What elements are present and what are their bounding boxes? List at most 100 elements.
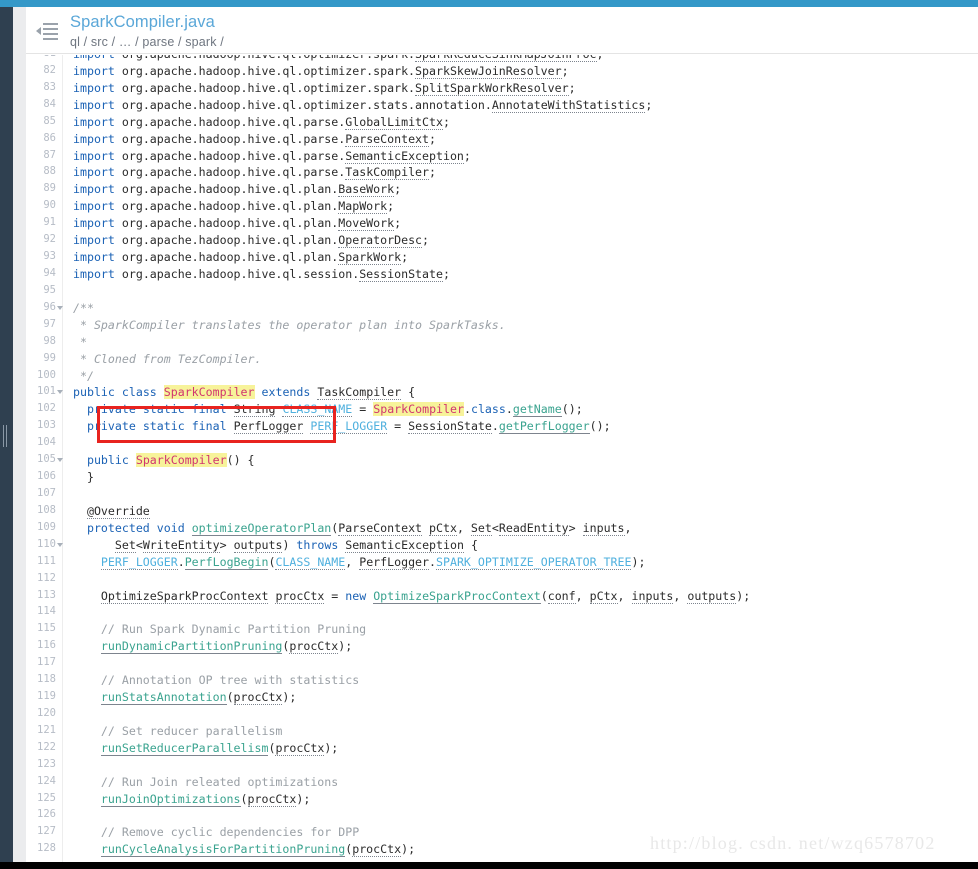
code-line[interactable]: 105 public SparkCompiler() {	[26, 452, 978, 469]
code-line[interactable]: 83 import org.apache.hadoop.hive.ql.optim…	[26, 80, 978, 97]
code-text: import org.apache.hadoop.hive.ql.optimiz…	[73, 63, 569, 79]
collapse-sidebar-icon[interactable]	[36, 21, 58, 41]
code-text: OptimizeSparkProcContext procCtx = new O…	[100, 588, 751, 604]
left-nav-rail	[0, 7, 13, 869]
code-text: import org.apache.hadoop.hive.ql.plan.Ma…	[73, 199, 395, 215]
code-line[interactable]: 96 /**	[26, 300, 978, 317]
line-number: 90	[43, 199, 56, 212]
bottom-strip	[0, 862, 978, 869]
code-text: import org.apache.hadoop.hive.ql.optimiz…	[73, 80, 576, 96]
line-number: 101	[37, 385, 56, 398]
code-text: import org.apache.hadoop.hive.ql.plan.Mo…	[73, 216, 402, 232]
code-text: runCycleAnalysisForPartitionPruning(proc…	[100, 842, 416, 858]
code-fold-toggle-icon[interactable]	[57, 305, 63, 310]
code-panel[interactable]: 81 import org.apache.hadoop.hive.ql.optim…	[26, 55, 978, 862]
code-line[interactable]: 92 import org.apache.hadoop.hive.ql.plan.…	[26, 232, 978, 249]
code-fold-toggle-icon[interactable]	[57, 390, 63, 395]
line-number: 117	[37, 656, 56, 669]
code-line[interactable]: 98 *	[26, 334, 978, 351]
line-number: 128	[37, 842, 56, 855]
line-number: 93	[43, 250, 56, 263]
code-line[interactable]: 86 import org.apache.hadoop.hive.ql.parse…	[26, 131, 978, 148]
code-line[interactable]: 107	[26, 486, 978, 503]
line-number: 89	[43, 182, 56, 195]
code-text: * SparkCompiler translates the operator …	[73, 317, 506, 332]
code-line[interactable]: 93 import org.apache.hadoop.hive.ql.plan.…	[26, 249, 978, 266]
code-line[interactable]: 108 @Override	[26, 503, 978, 520]
code-line[interactable]: 119 runStatsAnnotation(procCtx);	[26, 689, 978, 706]
code-line[interactable]: 121 // Set reducer parallelism	[26, 723, 978, 740]
line-number: 115	[37, 622, 56, 635]
code-line[interactable]: 110 Set<WriteEntity> outputs) throws Sem…	[26, 537, 978, 554]
code-line[interactable]: 89 import org.apache.hadoop.hive.ql.plan.…	[26, 181, 978, 198]
code-line[interactable]: 88 import org.apache.hadoop.hive.ql.parse…	[26, 164, 978, 181]
code-line[interactable]: 113 OptimizeSparkProcContext procCtx = n…	[26, 588, 978, 605]
code-line[interactable]: 100 */	[26, 368, 978, 385]
code-line[interactable]: 91 import org.apache.hadoop.hive.ql.plan.…	[26, 215, 978, 232]
code-text: Set<WriteEntity> outputs) throws Semanti…	[114, 537, 478, 553]
code-text: // Annotation OP tree with statistics	[100, 673, 360, 688]
code-line[interactable]: 117	[26, 655, 978, 672]
code-text: protected void optimizeOperatorPlan(Pars…	[86, 520, 632, 536]
code-line[interactable]: 103 private static final PerfLogger PERF…	[26, 418, 978, 435]
code-line[interactable]: 114	[26, 604, 978, 621]
code-line[interactable]: 124 // Run Join releated optimizations	[26, 774, 978, 791]
rail-drag-handle[interactable]	[3, 425, 10, 447]
breadcrumb: ql / src / … / parse / spark /	[70, 35, 224, 49]
code-text: import org.apache.hadoop.hive.ql.parse.G…	[73, 114, 450, 130]
code-line[interactable]: 112	[26, 571, 978, 588]
code-line[interactable]: 111 PERF_LOGGER.PerfLogBegin(CLASS_NAME,…	[26, 554, 978, 571]
code-text: *	[73, 334, 87, 349]
code-line[interactable]: 85 import org.apache.hadoop.hive.ql.parse…	[26, 114, 978, 131]
line-number: 120	[37, 706, 56, 719]
code-text: */	[73, 368, 94, 383]
code-line[interactable]: 125 runJoinOptimizations(procCtx);	[26, 791, 978, 808]
line-number: 96	[43, 300, 56, 313]
code-line[interactable]: 120	[26, 706, 978, 723]
code-text: import org.apache.hadoop.hive.ql.plan.Sp…	[73, 250, 409, 266]
line-number: 83	[43, 80, 56, 93]
code-text: import org.apache.hadoop.hive.ql.plan.Op…	[73, 233, 430, 249]
code-text: @Override	[86, 503, 150, 519]
code-line[interactable]: 82 import org.apache.hadoop.hive.ql.optim…	[26, 63, 978, 80]
code-line[interactable]: 99 * Cloned from TezCompiler.	[26, 351, 978, 368]
code-line[interactable]: 118 // Annotation OP tree with statistic…	[26, 672, 978, 689]
line-number: 107	[37, 486, 56, 499]
code-line[interactable]: 101 public class SparkCompiler extends Ta…	[26, 384, 978, 401]
line-number: 105	[37, 453, 56, 466]
code-line[interactable]: 84 import org.apache.hadoop.hive.ql.optim…	[26, 97, 978, 114]
code-line[interactable]: 87 import org.apache.hadoop.hive.ql.parse…	[26, 148, 978, 165]
code-line[interactable]: 97 * SparkCompiler translates the operat…	[26, 317, 978, 334]
line-number: 113	[37, 588, 56, 601]
code-line[interactable]: 102 private static final String CLASS_NA…	[26, 401, 978, 418]
code-line[interactable]: 123	[26, 757, 978, 774]
watermark: http://blog. csdn. net/wzq6578702	[650, 833, 936, 853]
code-line[interactable]: 104	[26, 435, 978, 452]
code-text: import org.apache.hadoop.hive.ql.parse.S…	[73, 148, 471, 164]
code-line[interactable]: 81 import org.apache.hadoop.hive.ql.optim…	[26, 55, 978, 63]
line-number: 102	[37, 402, 56, 415]
code-fold-toggle-icon[interactable]	[57, 542, 63, 547]
line-number: 110	[37, 537, 56, 550]
line-number: 126	[37, 808, 56, 821]
line-number: 123	[37, 757, 56, 770]
code-lines-container: 81 import org.apache.hadoop.hive.ql.optim…	[26, 55, 978, 858]
code-text: import org.apache.hadoop.hive.ql.optimiz…	[73, 97, 653, 113]
code-line[interactable]: 94 import org.apache.hadoop.hive.ql.sessi…	[26, 266, 978, 283]
code-line[interactable]: 90 import org.apache.hadoop.hive.ql.plan.…	[26, 198, 978, 215]
code-line[interactable]: 106 }	[26, 469, 978, 486]
line-number: 81	[26, 55, 56, 59]
code-text: runDynamicPartitionPruning(procCtx);	[100, 639, 353, 655]
code-fold-toggle-icon[interactable]	[57, 458, 63, 463]
code-line[interactable]: 126	[26, 807, 978, 824]
code-line[interactable]: 116 runDynamicPartitionPruning(procCtx);	[26, 638, 978, 655]
code-line[interactable]: 115 // Run Spark Dynamic Partition Pruni…	[26, 621, 978, 638]
line-number: 118	[37, 673, 56, 686]
line-number: 106	[37, 470, 56, 483]
code-line[interactable]: 109 protected void optimizeOperatorPlan(…	[26, 520, 978, 537]
code-text: * Cloned from TezCompiler.	[73, 351, 262, 366]
code-line[interactable]: 95	[26, 283, 978, 300]
code-text: public class SparkCompiler extends TaskC…	[73, 385, 416, 401]
code-line[interactable]: 122 runSetReducerParallelism(procCtx);	[26, 740, 978, 757]
line-number: 94	[43, 266, 56, 279]
